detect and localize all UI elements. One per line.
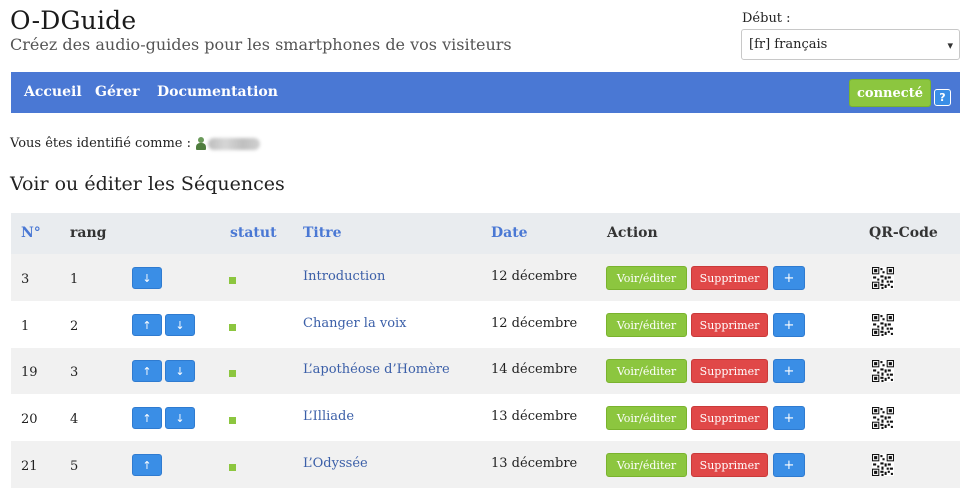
header-action: Action: [607, 225, 658, 241]
sequence-title-link[interactable]: L’apothéose d’Homère: [303, 362, 450, 377]
header-status[interactable]: statut: [230, 225, 277, 241]
arrow-down-icon: ↓: [175, 318, 185, 332]
sequences-table: N° rang statut Titre Date Action QR-Code…: [11, 213, 960, 488]
cell-num: 3: [21, 272, 30, 287]
cell-num: 20: [21, 412, 38, 427]
view-edit-button[interactable]: Voir/éditer: [606, 359, 687, 383]
status-indicator: [229, 464, 236, 471]
add-button[interactable]: +: [773, 266, 805, 290]
identity-line: Vous êtes identifié comme :: [10, 136, 261, 151]
cell-num: 21: [21, 459, 38, 474]
qr-code-icon[interactable]: [872, 454, 894, 476]
move-up-button[interactable]: ↑: [132, 454, 162, 476]
nav-item-documentation[interactable]: Documentation: [157, 84, 278, 100]
table-row: 3 1 ↓ Introduction 12 décembre Voir/éditer Sup…: [11, 254, 960, 301]
navbar: Accueil Gérer Documentation: [11, 72, 960, 113]
cell-rank: 5: [70, 459, 79, 474]
app-subtitle: Créez des audio-guides pour les smartpho…: [10, 35, 512, 54]
status-indicator: [229, 370, 236, 377]
section-title: Voir ou éditer les Séquences: [10, 173, 285, 195]
move-up-button[interactable]: ↑: [132, 314, 162, 336]
cell-date: 12 décembre: [491, 269, 578, 284]
qr-code-icon[interactable]: [872, 314, 894, 336]
nav-item-gerer[interactable]: Gérer: [95, 84, 140, 100]
qr-code-icon[interactable]: [872, 360, 894, 382]
sequence-title-link[interactable]: L’Odyssée: [303, 456, 368, 471]
delete-button[interactable]: Supprimer: [691, 453, 768, 477]
cell-rank: 2: [70, 319, 79, 334]
cell-date: 14 décembre: [491, 362, 578, 377]
header-date[interactable]: Date: [491, 225, 528, 241]
cell-date: 13 décembre: [491, 456, 578, 471]
table-header: N° rang statut Titre Date Action QR-Code: [11, 213, 960, 254]
status-indicator: [229, 417, 236, 424]
chevron-down-icon: ▾: [947, 39, 953, 52]
identity-text: Vous êtes identifié comme :: [10, 136, 192, 151]
table-row: 20 4 ↑ ↓ L’Illiade 13 décembre Voir/éditer Supp…: [11, 394, 960, 441]
qr-code-icon[interactable]: [872, 407, 894, 429]
cell-num: 1: [21, 319, 30, 334]
arrow-up-icon: ↑: [142, 318, 152, 332]
delete-button[interactable]: Supprimer: [691, 359, 768, 383]
header-qr: QR-Code: [869, 225, 938, 241]
delete-button[interactable]: Supprimer: [691, 313, 768, 337]
move-down-button[interactable]: ↓: [165, 407, 195, 429]
header-title[interactable]: Titre: [303, 225, 342, 241]
add-button[interactable]: +: [773, 313, 805, 337]
nav-item-accueil[interactable]: Accueil: [24, 84, 82, 100]
status-indicator: [229, 277, 236, 284]
table-row: 19 3 ↑ ↓ L’apothéose d’Homère 14 décembre Voir…: [11, 348, 960, 394]
cell-num: 19: [21, 365, 38, 380]
move-down-button[interactable]: ↓: [165, 360, 195, 382]
language-select[interactable]: [fr] français ▾: [741, 29, 960, 60]
arrow-down-icon: ↓: [142, 271, 152, 285]
view-edit-button[interactable]: Voir/éditer: [606, 406, 687, 430]
table-row: 21 5 ↑ L’Odyssée 13 décembre Voir/éditer Suppr…: [11, 441, 960, 488]
move-up-button[interactable]: ↑: [132, 407, 162, 429]
add-button[interactable]: +: [773, 406, 805, 430]
status-indicator: [229, 324, 236, 331]
sequence-title-link[interactable]: L’Illiade: [303, 409, 354, 424]
arrow-down-icon: ↓: [175, 364, 185, 378]
move-up-button[interactable]: ↑: [132, 360, 162, 382]
view-edit-button[interactable]: Voir/éditer: [606, 266, 687, 290]
arrow-up-icon: ↑: [142, 458, 152, 472]
arrow-down-icon: ↓: [175, 411, 185, 425]
view-edit-button[interactable]: Voir/éditer: [606, 313, 687, 337]
sequence-title-link[interactable]: Changer la voix: [303, 316, 407, 331]
arrow-up-icon: ↑: [142, 411, 152, 425]
arrow-up-icon: ↑: [142, 364, 152, 378]
cell-rank: 3: [70, 365, 79, 380]
header-rank: rang: [70, 225, 107, 241]
header-num[interactable]: N°: [21, 225, 41, 241]
sequence-title-link[interactable]: Introduction: [303, 269, 385, 284]
qr-code-icon[interactable]: [872, 267, 894, 289]
cell-rank: 4: [70, 412, 79, 427]
delete-button[interactable]: Supprimer: [691, 406, 768, 430]
cell-rank: 1: [70, 272, 79, 287]
cell-date: 12 décembre: [491, 316, 578, 331]
add-button[interactable]: +: [773, 359, 805, 383]
language-select-value: [fr] français: [749, 37, 828, 52]
help-button[interactable]: ?: [934, 89, 951, 106]
delete-button[interactable]: Supprimer: [691, 266, 768, 290]
table-row: 1 2 ↑ ↓ Changer la voix 12 décembre Voir/édite…: [11, 301, 960, 348]
cell-date: 13 décembre: [491, 409, 578, 424]
app-title: O-DGuide: [10, 6, 137, 35]
language-label: Début :: [742, 11, 791, 26]
view-edit-button[interactable]: Voir/éditer: [606, 453, 687, 477]
add-button[interactable]: +: [773, 453, 805, 477]
connected-button[interactable]: connecté: [849, 79, 931, 107]
move-down-button[interactable]: ↓: [165, 314, 195, 336]
user-icon: [196, 137, 207, 150]
move-down-button[interactable]: ↓: [132, 267, 162, 289]
blurred-username: [208, 137, 261, 150]
